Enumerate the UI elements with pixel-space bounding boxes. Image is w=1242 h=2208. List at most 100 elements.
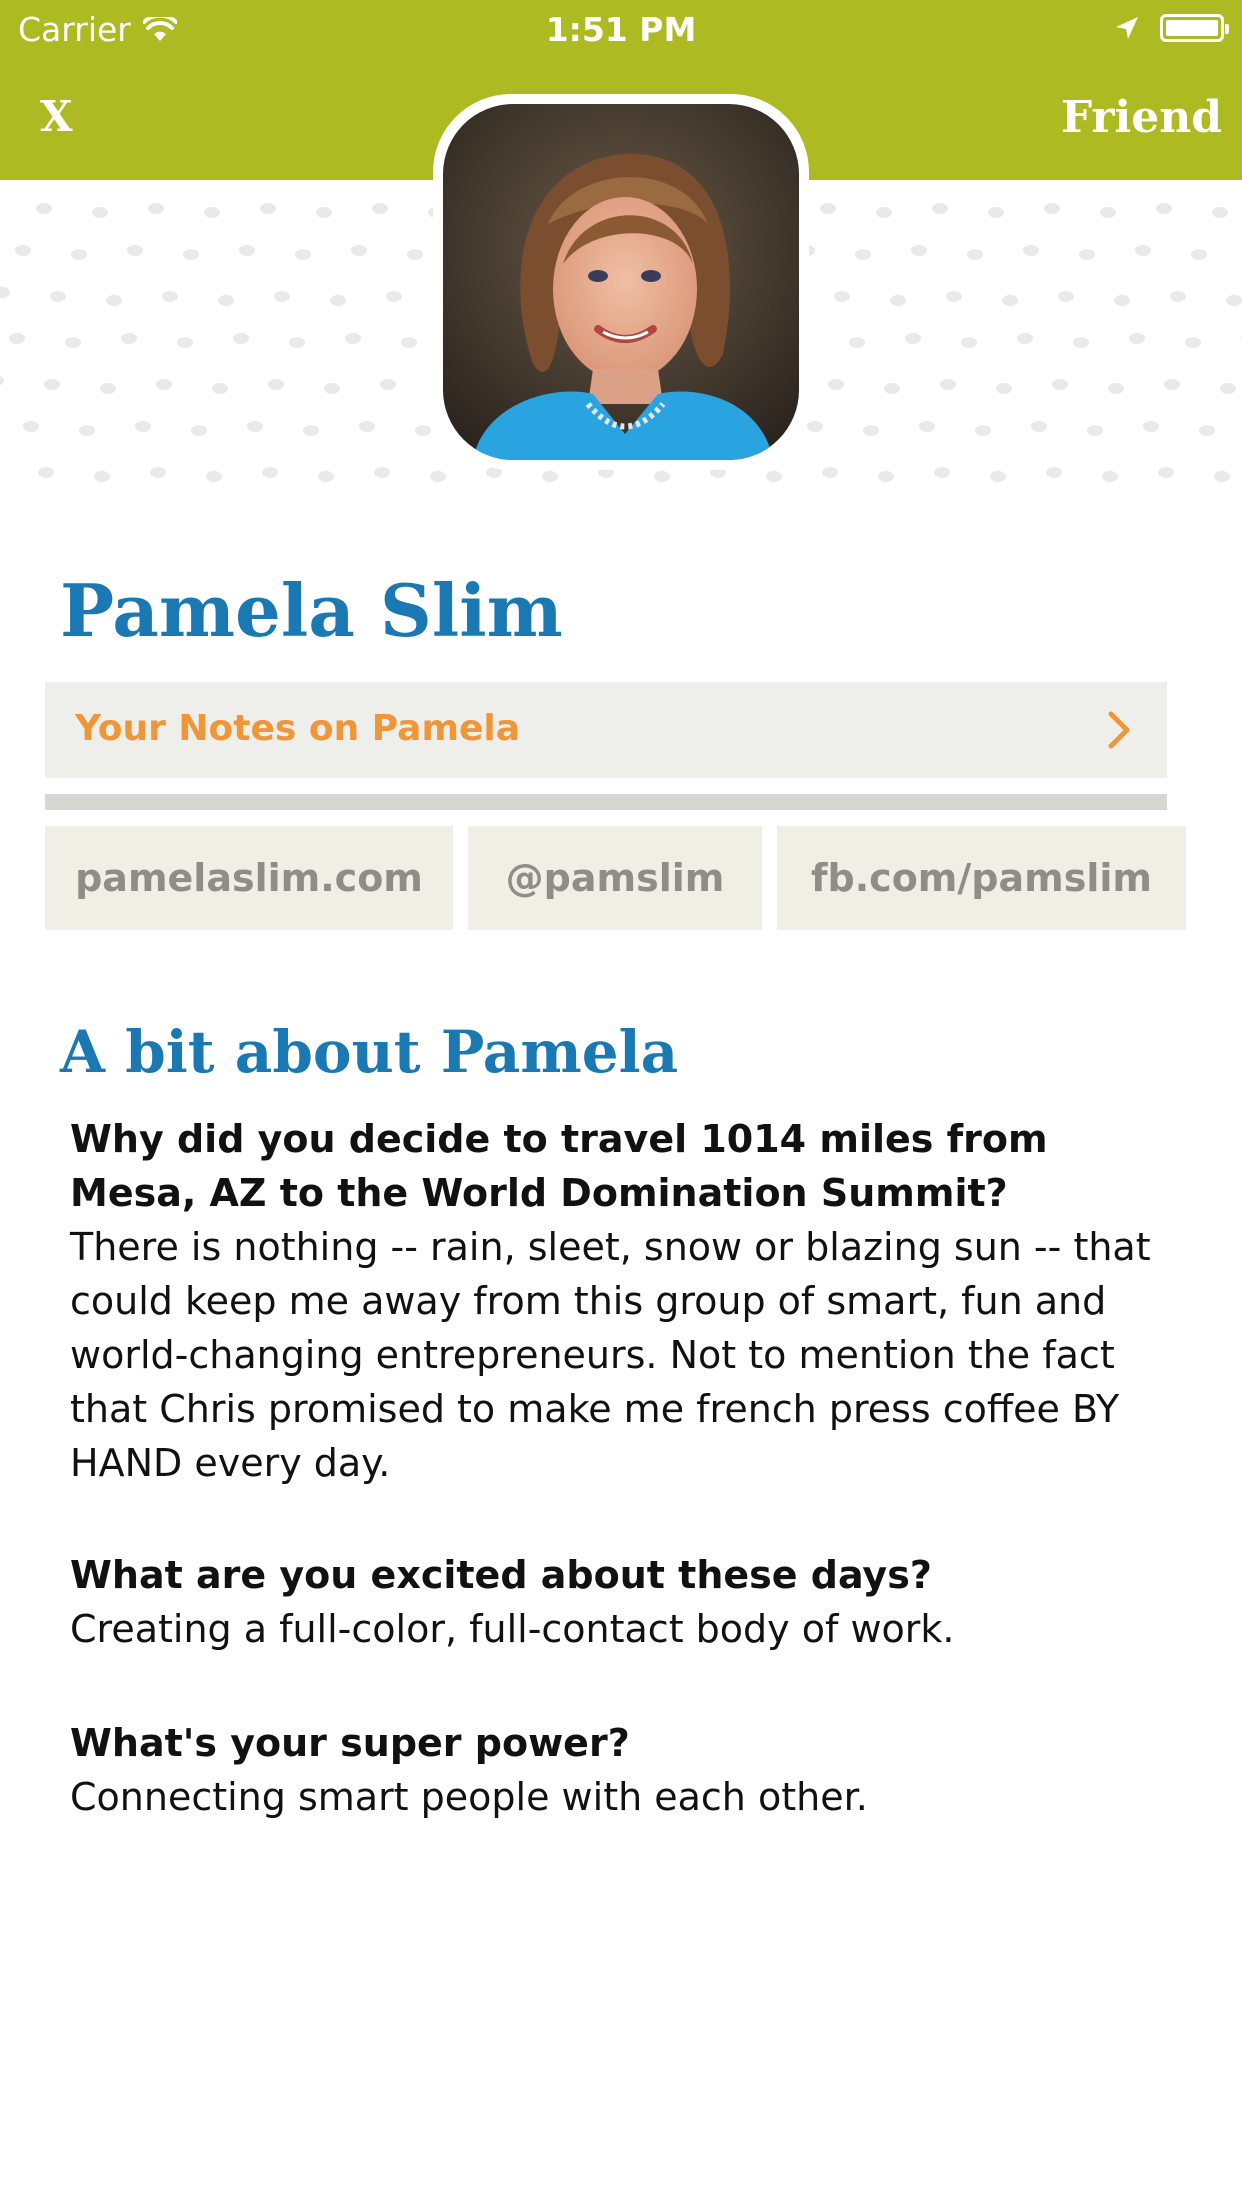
chevron-right-icon [1108,711,1130,749]
background-dot [289,336,305,348]
background-dot [44,378,60,390]
background-dot [988,206,1004,218]
background-dot [542,470,558,482]
background-dot [36,202,52,214]
background-dot [1002,294,1018,306]
background-dot [0,286,10,298]
qa-answer: There is nothing -- rain, sleet, snow or… [70,1225,1151,1485]
background-dot [1164,378,1180,390]
background-dot [359,420,375,432]
background-dot [135,420,151,432]
background-dot [822,466,838,478]
background-dot [374,466,390,478]
background-dot [967,248,983,260]
background-dot [1170,290,1186,302]
background-dot [156,378,172,390]
background-dot [1017,332,1033,344]
profile-name: Pamela Slim [60,568,563,653]
avatar-frame [433,94,809,470]
background-dot [834,290,850,302]
background-dot [324,382,340,394]
background-dot [212,382,228,394]
background-dot [79,424,95,436]
qa-answer: Creating a full-color, full-contact body… [70,1607,955,1651]
background-dot [1114,294,1130,306]
background-dot [876,206,892,218]
notes-row[interactable]: Your Notes on Pamela [45,682,1167,778]
background-dot [878,470,894,482]
background-dot [150,466,166,478]
status-bar: Carrier 1:51 PM [0,0,1242,62]
qa-item: What's your super power? Connecting smar… [70,1716,1180,1824]
background-dot [1185,336,1201,348]
background-dot [1100,206,1116,218]
background-dot [183,248,199,260]
background-dot [330,294,346,306]
background-dot [1046,466,1062,478]
background-dot [177,336,193,348]
background-dot [996,382,1012,394]
background-dot [975,424,991,436]
friend-button[interactable]: Friend [1061,92,1222,143]
twitter-link-button[interactable]: @pamslim [468,826,762,930]
background-dot [9,332,25,344]
background-dot [1212,206,1228,218]
background-dot [1023,244,1039,256]
background-dot [204,206,220,218]
background-dot [911,244,927,256]
about-title: A bit about Pamela [60,1018,679,1086]
background-dot [345,332,361,344]
background-dot [919,420,935,432]
background-dot [1102,470,1118,482]
background-dot [863,424,879,436]
location-arrow-icon [1116,17,1138,39]
background-dot [260,202,276,214]
background-dot [1087,424,1103,436]
background-dot [905,332,921,344]
background-dot [218,294,234,306]
background-dot [807,420,823,432]
background-dot [1135,244,1151,256]
background-dot [654,470,670,482]
facebook-link-button[interactable]: fb.com/pamslim [777,826,1186,930]
background-dot [849,336,865,348]
battery-icon [1160,14,1229,42]
qa-question: What are you excited about these days? [70,1553,932,1597]
background-dot [262,466,278,478]
status-right [1114,14,1229,42]
background-dot [932,202,948,214]
background-dot [1214,470,1230,482]
background-dot [1129,332,1145,344]
background-dot [1031,420,1047,432]
background-dot [855,248,871,260]
background-dot [268,378,284,390]
background-dot [1220,382,1236,394]
background-dot [380,378,396,390]
background-dot [100,382,116,394]
background-dot [820,202,836,214]
background-dot [247,420,263,432]
background-dot [127,244,143,256]
background-dot [148,202,164,214]
background-dot [274,290,290,302]
background-dot [94,470,110,482]
background-dot [961,336,977,348]
background-dot [386,290,402,302]
background-dot [71,248,87,260]
status-time: 1:51 PM [545,10,697,49]
website-link-button[interactable]: pamelaslim.com [45,826,453,930]
background-dot [162,290,178,302]
background-dot [316,206,332,218]
background-dot [766,470,782,482]
background-dot [15,244,31,256]
background-dot [1158,466,1174,478]
background-dot [1058,290,1074,302]
background-dot [106,294,122,306]
avatar [443,104,799,460]
background-dot [23,420,39,432]
background-dot [1191,248,1207,260]
background-dot [303,424,319,436]
background-dot [407,248,423,260]
background-dot [1156,202,1172,214]
close-button[interactable]: X [40,92,73,141]
